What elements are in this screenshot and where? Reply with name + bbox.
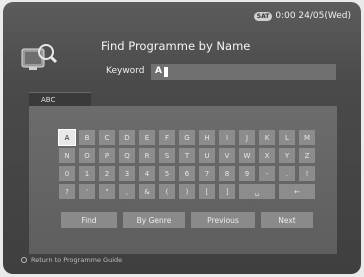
- status-bar: SAT 0:00 24/05(Wed): [253, 9, 351, 23]
- keyword-label: Keyword: [106, 66, 145, 76]
- next-button[interactable]: Next: [261, 212, 313, 228]
- key-g[interactable]: G: [179, 130, 195, 145]
- footer-hint: Return to Programme Guide: [21, 256, 122, 264]
- text-cursor: [164, 67, 168, 77]
- key-n[interactable]: N: [59, 148, 75, 163]
- key-j[interactable]: J: [239, 130, 255, 145]
- key-symbol[interactable]: [: [199, 184, 215, 199]
- key-u[interactable]: U: [199, 148, 215, 163]
- key-3[interactable]: 3: [119, 166, 135, 181]
- find-button[interactable]: Find: [61, 212, 117, 228]
- key-p[interactable]: P: [99, 148, 115, 163]
- key-6[interactable]: 6: [179, 166, 195, 181]
- key-b[interactable]: B: [79, 130, 95, 145]
- key-s[interactable]: S: [159, 148, 175, 163]
- keyboard-panel: A B C D E F G H I J K L M N O P Q R S T U V W X Y Z 0 1 2 3 4 5 6 7 8 9-.!?…: [29, 106, 337, 254]
- key-z[interactable]: Z: [299, 148, 315, 163]
- key-l[interactable]: L: [279, 130, 295, 145]
- key-symbol[interactable]: ,: [119, 184, 135, 199]
- back-icon: [21, 257, 27, 263]
- key-symbol[interactable]: ": [99, 184, 115, 199]
- key-9[interactable]: 9: [239, 166, 255, 181]
- key-h[interactable]: H: [199, 130, 215, 145]
- key-5[interactable]: 5: [159, 166, 175, 181]
- key-x[interactable]: X: [259, 148, 275, 163]
- key-v[interactable]: V: [219, 148, 235, 163]
- key-2[interactable]: 2: [99, 166, 115, 181]
- keyword-input[interactable]: A: [151, 64, 336, 80]
- key-0[interactable]: 0: [59, 166, 75, 181]
- key-symbol[interactable]: ': [79, 184, 95, 199]
- by-genre-button[interactable]: By Genre: [123, 212, 185, 228]
- key-t[interactable]: T: [179, 148, 195, 163]
- key-o[interactable]: O: [79, 148, 95, 163]
- key-symbol[interactable]: -: [259, 166, 275, 181]
- tv-search-icon: [21, 44, 58, 70]
- find-programme-screen: SAT 0:00 24/05(Wed) Find Programme by Na…: [3, 2, 361, 274]
- clock: 0:00 24/05(Wed): [275, 11, 351, 21]
- tab-abc[interactable]: ABC: [29, 92, 91, 106]
- key-c[interactable]: C: [99, 130, 115, 145]
- key-symbol[interactable]: ]: [219, 184, 235, 199]
- page-title: Find Programme by Name: [101, 39, 251, 53]
- previous-button[interactable]: Previous: [191, 212, 255, 228]
- key-w[interactable]: W: [239, 148, 255, 163]
- key-1[interactable]: 1: [79, 166, 95, 181]
- key-a[interactable]: A: [58, 129, 76, 146]
- key-symbol[interactable]: ?: [59, 184, 75, 199]
- key-d[interactable]: D: [119, 130, 135, 145]
- key-symbol[interactable]: &: [139, 184, 155, 199]
- key-y[interactable]: Y: [279, 148, 295, 163]
- key-symbol[interactable]: .: [279, 166, 295, 181]
- backspace-key[interactable]: ←: [279, 184, 315, 199]
- key-symbol[interactable]: (: [159, 184, 175, 199]
- action-bar: Find By Genre Previous Next: [61, 212, 313, 228]
- key-r[interactable]: R: [139, 148, 155, 163]
- keyword-value: A: [155, 66, 162, 76]
- on-screen-keyboard: A B C D E F G H I J K L M N O P Q R S T U V W X Y Z 0 1 2 3 4 5 6 7 8 9-.!?…: [58, 129, 329, 199]
- key-q[interactable]: Q: [119, 148, 135, 163]
- key-f[interactable]: F: [159, 130, 175, 145]
- space-key[interactable]: ␣: [239, 184, 275, 199]
- key-m[interactable]: M: [299, 130, 315, 145]
- key-symbol[interactable]: ): [179, 184, 195, 199]
- signal-badge: SAT: [253, 11, 273, 21]
- key-e[interactable]: E: [139, 130, 155, 145]
- key-7[interactable]: 7: [199, 166, 215, 181]
- footer-text: Return to Programme Guide: [31, 256, 123, 264]
- key-i[interactable]: I: [219, 130, 235, 145]
- key-k[interactable]: K: [259, 130, 275, 145]
- key-symbol[interactable]: !: [299, 166, 315, 181]
- key-4[interactable]: 4: [139, 166, 155, 181]
- key-8[interactable]: 8: [219, 166, 235, 181]
